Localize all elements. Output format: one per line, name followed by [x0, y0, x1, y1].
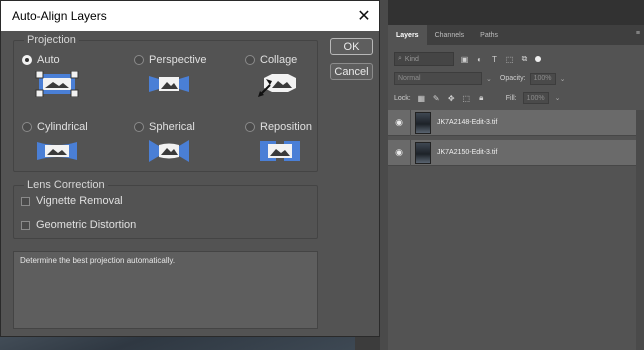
adjustment-filter-icon[interactable]: ◐: [475, 55, 484, 64]
search-icon: ⌕: [398, 55, 402, 62]
layers-panel: Layers Channels Paths ≡ ⌕ Kind ▣ ◐ T ⬚ ⧉…: [388, 0, 644, 350]
radio-collage[interactable]: Collage: [245, 54, 297, 66]
vignette-removal-option[interactable]: Vignette Removal: [21, 195, 123, 207]
lock-row: Lock: ▦ ✎ ✥ ⬚ 🔒︎ Fill: 100% ⌄: [394, 92, 561, 104]
blend-row: Normal ⌄ Opacity: 100% ⌄: [394, 72, 565, 85]
geometric-distortion-label: Geometric Distortion: [36, 219, 137, 231]
chevron-down-icon[interactable]: ⌄: [486, 75, 492, 83]
auto-projection-icon[interactable]: [35, 71, 79, 97]
layer-thumbnail: [415, 111, 431, 134]
layer-thumbnail: [415, 141, 431, 164]
checkbox-icon[interactable]: [21, 196, 30, 206]
radio-button-icon[interactable]: [245, 122, 255, 132]
projection-group: Projection Auto Perspective Collage Cyli…: [13, 34, 318, 172]
radio-perspective[interactable]: Perspective: [134, 54, 206, 66]
close-icon[interactable]: ✕: [349, 1, 379, 31]
lock-transparent-icon[interactable]: ▦: [417, 94, 426, 103]
chevron-down-icon[interactable]: ⌄: [560, 75, 566, 83]
layer-row[interactable]: ◉ JK7A2148-Edit-3.tif: [388, 109, 636, 136]
auto-align-dialog: Auto-Align Layers ✕ Projection Auto Pers…: [0, 0, 380, 337]
radio-button-icon[interactable]: [245, 55, 255, 65]
lock-brush-icon[interactable]: ✎: [432, 94, 441, 103]
opacity-label: Opacity:: [499, 75, 526, 82]
fill-field[interactable]: 100%: [522, 92, 549, 104]
layer-name[interactable]: JK7A2148-Edit-3.tif: [437, 119, 497, 126]
panel-scrollbar[interactable]: [636, 110, 644, 350]
radio-button-icon[interactable]: [134, 55, 144, 65]
radio-reposition[interactable]: Reposition: [245, 121, 312, 133]
perspective-projection-icon[interactable]: [147, 71, 191, 97]
shape-filter-icon[interactable]: ⬚: [505, 55, 514, 64]
lock-all-icon[interactable]: 🔒︎: [477, 93, 486, 103]
radio-button-icon[interactable]: [134, 122, 144, 132]
dialog-titlebar[interactable]: Auto-Align Layers ✕: [1, 1, 379, 31]
projection-group-label: Projection: [24, 34, 79, 46]
radio-perspective-label: Perspective: [149, 54, 207, 66]
radio-button-icon[interactable]: [22, 122, 32, 132]
cylindrical-projection-icon[interactable]: [35, 138, 79, 164]
panel-tabbar: Layers Channels Paths: [388, 25, 644, 45]
dialog-title: Auto-Align Layers: [12, 9, 107, 23]
row-separator: [410, 109, 411, 136]
vignette-removal-label: Vignette Removal: [36, 195, 123, 207]
lock-position-icon[interactable]: ✥: [447, 94, 456, 103]
blend-mode-select[interactable]: Normal: [394, 72, 482, 85]
radio-auto-label: Auto: [37, 54, 60, 66]
radio-collage-label: Collage: [260, 54, 298, 66]
tab-channels[interactable]: Channels: [427, 25, 473, 45]
filter-toggle-icon[interactable]: [535, 56, 541, 62]
type-filter-icon[interactable]: T: [490, 55, 499, 64]
tab-layers[interactable]: Layers: [388, 25, 427, 45]
spherical-projection-icon[interactable]: [147, 138, 191, 164]
cancel-button[interactable]: Cancel: [330, 63, 373, 80]
panel-header-strip: [388, 0, 644, 25]
radio-cylindrical[interactable]: Cylindrical: [22, 121, 88, 133]
layer-filter-row: ⌕ Kind ▣ ◐ T ⬚ ⧉: [394, 52, 541, 66]
radio-spherical-label: Spherical: [149, 121, 195, 133]
radio-cylindrical-label: Cylindrical: [37, 121, 88, 133]
layer-row[interactable]: ◉ JK7A2150-Edit-3.tif: [388, 139, 636, 166]
filter-kind-select[interactable]: ⌕ Kind: [394, 52, 454, 66]
panel-menu-icon[interactable]: ≡: [636, 30, 640, 37]
smart-object-filter-icon[interactable]: ⧉: [520, 54, 529, 64]
radio-reposition-label: Reposition: [260, 121, 312, 133]
fill-label: Fill:: [505, 94, 517, 102]
opacity-field[interactable]: 100%: [529, 72, 556, 85]
radio-spherical[interactable]: Spherical: [134, 121, 195, 133]
ok-button[interactable]: OK: [330, 38, 373, 55]
filter-kind-placeholder: Kind: [404, 55, 419, 63]
radio-auto[interactable]: Auto: [22, 54, 60, 66]
lens-correction-group: Lens Correction Vignette Removal Geometr…: [13, 179, 318, 239]
reposition-projection-icon[interactable]: [258, 138, 302, 164]
lock-artboard-icon[interactable]: ⬚: [462, 94, 471, 103]
description-text: Determine the best projection automatica…: [20, 256, 176, 265]
image-filter-icon[interactable]: ▣: [460, 55, 469, 64]
lock-label: Lock:: [394, 94, 411, 102]
eye-icon[interactable]: ◉: [388, 117, 410, 128]
panel-divider[interactable]: [380, 0, 388, 350]
radio-button-selected-icon[interactable]: [22, 55, 32, 65]
chevron-down-icon[interactable]: ⌄: [555, 94, 561, 102]
layer-name[interactable]: JK7A2150-Edit-3.tif: [437, 149, 497, 156]
collage-projection-icon[interactable]: [258, 71, 302, 97]
geometric-distortion-option[interactable]: Geometric Distortion: [21, 219, 136, 231]
description-box: Determine the best projection automatica…: [13, 251, 318, 329]
eye-icon[interactable]: ◉: [388, 147, 410, 158]
checkbox-icon[interactable]: [21, 220, 30, 230]
row-separator: [410, 139, 411, 166]
tab-paths[interactable]: Paths: [472, 25, 506, 45]
lens-correction-label: Lens Correction: [24, 179, 108, 191]
